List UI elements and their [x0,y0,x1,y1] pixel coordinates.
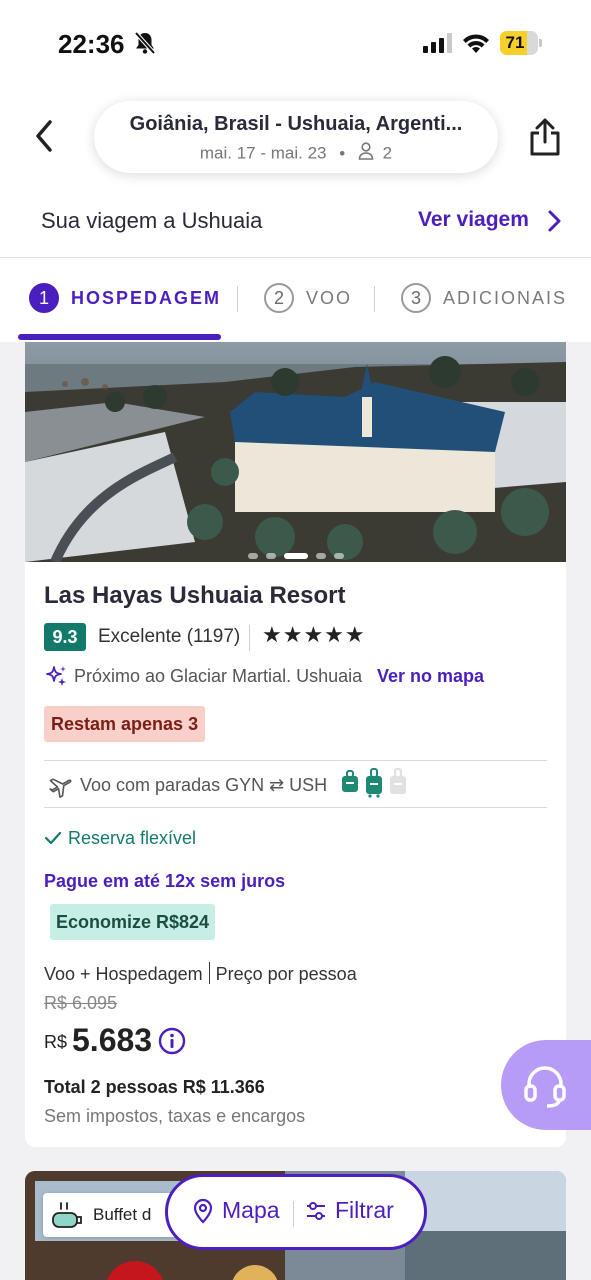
rating-score-badge: 9.3 [44,623,86,651]
clock: 22:36 [58,29,125,59]
savings-badge: Economize R$824 [50,904,216,940]
plane-icon [48,772,74,803]
step-divider [374,286,375,312]
flexible-booking: Reserva flexível [44,828,196,849]
map-label: Mapa [222,1197,280,1223]
carousel-dot [333,553,344,559]
star-rating: ★★★★★ [262,622,366,647]
baggage-icons [340,768,408,798]
wifi-icon [462,32,490,59]
checked-bag-icon [390,768,406,794]
share-button[interactable] [526,116,564,158]
step-divider [237,286,238,312]
trip-search-summary[interactable]: Goiânia, Brasil - Ushuaia, Argenti... ma… [94,101,498,173]
headset-icon [524,1066,566,1108]
availability-badge: Restam apenas 3 [44,706,206,742]
trip-details: mai. 17 - mai. 23 • 2 [94,142,498,165]
price-basis: Preço por pessoa [215,964,357,984]
step-voo[interactable]: 2 VOO [264,282,352,314]
trip-dates: mai. 17 - mai. 23 [199,143,327,163]
view-on-map-link[interactable]: Ver no mapa [377,666,484,687]
amenity-badge: Buffet d [43,1193,183,1237]
filter-label: Filtrar [335,1197,394,1223]
carry-on-icon [366,768,382,798]
sparkle-icon [44,664,68,693]
person-icon [358,142,374,165]
chevron-right-icon[interactable] [545,209,563,238]
flight-info-row: Voo com paradas GYN ⇄ USH [44,760,547,808]
check-icon [44,831,62,845]
currency-symbol: R$ [44,1032,68,1052]
map-button[interactable]: Mapa [192,1197,280,1224]
flight-text: Voo com paradas GYN ⇄ USH [80,775,328,795]
step-adicionais[interactable]: 3 ADICIONAIS [401,282,567,314]
map-filter-bar: Mapa Filtrar [165,1174,427,1250]
separator-dot: • [339,143,346,163]
traveler-count: 2 [382,143,393,163]
total-price: Total 2 pessoas R$ 11.366 [44,1077,265,1097]
step-number: 3 [401,283,431,313]
hotel-photo[interactable] [25,342,566,562]
map-pin-icon [193,1198,213,1224]
photo-carousel-dots [25,546,566,562]
step-number: 2 [264,283,294,313]
rating-text: Excelente (1197) [98,626,241,647]
bell-muted-icon [134,31,156,60]
step-label: ADICIONAIS [443,287,568,308]
active-step-indicator [18,334,221,340]
support-button[interactable] [501,1040,591,1130]
taxes-note: Sem impostos, taxas e encargos [44,1106,306,1126]
installments-text: Pague em até 12x sem juros [44,871,286,891]
trip-title: Sua viagem a Ushuaia [41,208,263,233]
personal-item-icon [342,770,358,792]
step-label: VOO [306,287,353,308]
carousel-dot [315,553,326,559]
step-label: HOSPEDAGEM [71,287,222,308]
carousel-dot [265,553,276,559]
info-icon[interactable] [158,1027,186,1060]
breakfast-icon [51,1199,85,1237]
divider [249,625,250,651]
header: Goiânia, Brasil - Ushuaia, Argenti... ma… [0,88,591,258]
flexible-text: Reserva flexível [68,828,197,848]
carousel-dot [247,553,258,559]
booking-steps: 1 HOSPEDAGEM 2 VOO 3 ADICIONAIS [0,258,591,342]
battery-level: 71 [505,33,525,52]
current-price: 5.683 [72,1022,153,1058]
back-button[interactable] [28,116,62,156]
cell-signal-icon [423,33,453,58]
carousel-dot [283,553,308,559]
filter-button[interactable]: Filtrar [305,1197,394,1224]
location-text: Próximo ao Glaciar Martial. Ushuaia [74,666,363,686]
step-number: 1 [29,283,59,313]
package-type: Voo + Hospedagem [44,964,203,984]
hotel-name: Las Hayas Ushuaia Resort [44,582,346,609]
filter-sliders-icon [307,1201,325,1220]
view-trip-link[interactable]: Ver viagem [418,208,529,232]
price-label: Voo + Hospedagem Preço por pessoa [44,962,357,985]
route-text: Goiânia, Brasil - Ushuaia, Argenti... [129,113,463,135]
step-hospedagem[interactable]: 1 HOSPEDAGEM [29,282,221,314]
original-price: R$ 6.095 [44,993,118,1013]
hotel-card[interactable]: Las Hayas Ushuaia Resort 9.3 Excelente (… [25,342,566,1147]
divider [293,1201,294,1227]
status-bar: 22:36 71 [0,0,591,88]
battery-icon: 71 [500,31,542,55]
amenity-text: Buffet d [93,1205,152,1224]
